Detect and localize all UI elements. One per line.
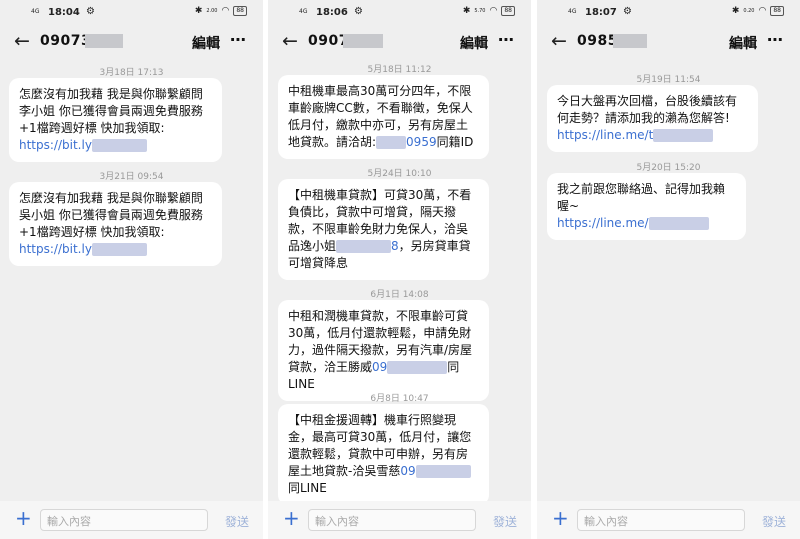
message-phone[interactable]: 09 <box>400 464 415 478</box>
message-phone[interactable]: 8 <box>391 239 399 253</box>
battery-icon: 88 <box>501 6 515 16</box>
conversation-header: ← 09073 編輯 ⋯ <box>0 26 263 58</box>
status-bar: 4G 18:07 ⚙ ✱ 0.20 ◠ 88 <box>537 0 800 26</box>
more-options-icon[interactable]: ⋯ <box>230 30 247 49</box>
conversation-header: ← 0907 編輯 ⋯ <box>268 26 531 58</box>
message-bubble[interactable]: 【中租金援週轉】機車行照變現金，最高可貸30萬，低月付，讓您還款輕鬆，貸款中可申… <box>278 404 489 505</box>
more-options-icon[interactable]: ⋯ <box>767 30 784 49</box>
message-phone[interactable]: 09 <box>372 360 387 374</box>
message-date: 6月8日 10:47 <box>370 394 429 404</box>
message-text: 我之前跟您聯絡過、記得加我賴喔~ <box>557 182 726 213</box>
phone-screen-1: 4G 18:04 ⚙ ✱ 2.00 ◠ 88 ← 09073 編輯 ⋯ 3月18… <box>0 0 263 539</box>
settings-icon: ⚙ <box>86 6 95 17</box>
message-phone[interactable]: 0959 <box>406 135 437 149</box>
message-text-tail: 同LINE <box>288 481 327 495</box>
message-input[interactable]: 輸入內容 <box>40 509 208 531</box>
signal-indicator: 4G <box>299 8 308 15</box>
sender-phone-number: 09073 <box>40 33 92 49</box>
settings-icon: ⚙ <box>354 6 363 17</box>
send-button[interactable]: 發送 <box>762 513 786 530</box>
status-bar: 4G 18:06 ⚙ ✱ 5.70 ◠ 88 <box>268 0 531 26</box>
wifi-icon: ◠ <box>489 6 498 16</box>
redacted-block <box>648 217 709 230</box>
back-arrow-icon[interactable]: ← <box>551 31 567 51</box>
edit-button[interactable]: 編輯 <box>192 33 220 53</box>
message-date: 5月24日 10:10 <box>367 169 432 179</box>
send-button[interactable]: 發送 <box>493 513 517 530</box>
message-input[interactable]: 輸入內容 <box>308 509 476 531</box>
message-date: 6月1日 14:08 <box>370 290 429 300</box>
status-time: 18:04 <box>48 7 80 18</box>
message-date: 5月20日 15:20 <box>636 163 701 173</box>
message-link[interactable]: https://line.me/t <box>557 128 653 142</box>
message-date: 3月21日 09:54 <box>99 172 164 182</box>
compose-bar: + 輸入內容 發送 <box>268 501 531 539</box>
add-attachment-icon[interactable]: + <box>15 508 32 528</box>
net-speed: 5.70 <box>474 7 486 14</box>
redacted-number-block <box>613 34 647 48</box>
edit-button[interactable]: 編輯 <box>729 33 757 53</box>
sender-phone-number: 0985 <box>577 33 618 49</box>
redacted-number-block <box>343 34 383 48</box>
message-date: 5月18日 11:12 <box>367 65 432 75</box>
send-button[interactable]: 發送 <box>225 513 249 530</box>
redacted-block <box>91 243 147 256</box>
status-bar: 4G 18:04 ⚙ ✱ 2.00 ◠ 88 <box>0 0 263 26</box>
message-text-tail: 同籍ID <box>436 135 474 149</box>
battery-icon: 88 <box>233 6 247 16</box>
redacted-block <box>415 465 471 478</box>
message-link[interactable]: https://bit.ly <box>19 242 92 256</box>
message-bubble[interactable]: 今日大盤再次回檔，台股後續該有何走勢？請添加我的瀨為您解答! https://l… <box>547 85 758 152</box>
redacted-block <box>653 129 714 142</box>
message-link[interactable]: https://bit.ly <box>19 138 92 152</box>
message-bubble[interactable]: 【中租機車貸款】可貸30萬，不看負債比，貸款中可增貸，隔天撥款，不限車齡免財力免… <box>278 179 489 280</box>
add-attachment-icon[interactable]: + <box>552 508 569 528</box>
wifi-icon: ◠ <box>758 6 767 16</box>
redacted-block <box>387 361 448 374</box>
message-text: 今日大盤再次回檔，台股後續該有何走勢？請添加我的瀨為您解答! <box>557 94 738 125</box>
message-date: 3月18日 17:13 <box>99 68 164 78</box>
bluetooth-icon: ✱ <box>731 6 740 16</box>
bluetooth-icon: ✱ <box>194 6 203 16</box>
signal-indicator: 4G <box>568 8 577 15</box>
message-text: 怎麼沒有加我藉 我是與你聯繫顧問吳小姐 你已獲得會員兩週免費服務+1檔跨週好標 … <box>19 191 203 239</box>
net-speed: 2.00 <box>206 7 218 14</box>
message-bubble[interactable]: 我之前跟您聯絡過、記得加我賴喔~ https://line.me/ <box>547 173 746 240</box>
signal-indicator: 4G <box>31 8 40 15</box>
message-text: 怎麼沒有加我藉 我是與你聯繫顧問李小姐 你已獲得會員兩週免費服務+1檔跨週好標 … <box>19 87 203 135</box>
redacted-number-block <box>85 34 123 48</box>
message-bubble[interactable]: 怎麼沒有加我藉 我是與你聯繫顧問李小姐 你已獲得會員兩週免費服務+1檔跨週好標 … <box>9 78 222 162</box>
back-arrow-icon[interactable]: ← <box>14 31 30 51</box>
edit-button[interactable]: 編輯 <box>460 33 488 53</box>
message-bubble[interactable]: 中租機車最高30萬可分四年，不限車齡廠牌CC數，不看聯徵，免保人低月付，繳款中亦… <box>278 75 489 159</box>
wifi-icon: ◠ <box>221 6 230 16</box>
net-speed: 0.20 <box>743 7 755 14</box>
add-attachment-icon[interactable]: + <box>283 508 300 528</box>
phone-screen-3: 4G 18:07 ⚙ ✱ 0.20 ◠ 88 ← 0985 編輯 ⋯ 5月19日… <box>537 0 800 539</box>
redacted-block <box>336 240 392 253</box>
phone-screen-2: 4G 18:06 ⚙ ✱ 5.70 ◠ 88 ← 0907 編輯 ⋯ 5月18日… <box>268 0 531 539</box>
status-time: 18:06 <box>316 7 348 18</box>
redacted-block <box>91 139 147 152</box>
bluetooth-icon: ✱ <box>462 6 471 16</box>
battery-icon: 88 <box>770 6 784 16</box>
more-options-icon[interactable]: ⋯ <box>498 30 515 49</box>
message-link[interactable]: https://line.me/ <box>557 216 649 230</box>
compose-bar: + 輸入內容 發送 <box>0 501 263 539</box>
settings-icon: ⚙ <box>623 6 632 17</box>
compose-bar: + 輸入內容 發送 <box>537 501 800 539</box>
message-bubble[interactable]: 怎麼沒有加我藉 我是與你聯繫顧問吳小姐 你已獲得會員兩週免費服務+1檔跨週好標 … <box>9 182 222 266</box>
redacted-block <box>376 136 407 149</box>
back-arrow-icon[interactable]: ← <box>282 31 298 51</box>
message-input[interactable]: 輸入內容 <box>577 509 745 531</box>
status-time: 18:07 <box>585 7 617 18</box>
message-bubble[interactable]: 中租和潤機車貸款，不限車齡可貸30萬，低月付還款輕鬆，申請免財力，過件隔天撥款，… <box>278 300 489 401</box>
message-date: 5月19日 11:54 <box>636 75 701 85</box>
conversation-header: ← 0985 編輯 ⋯ <box>537 26 800 58</box>
